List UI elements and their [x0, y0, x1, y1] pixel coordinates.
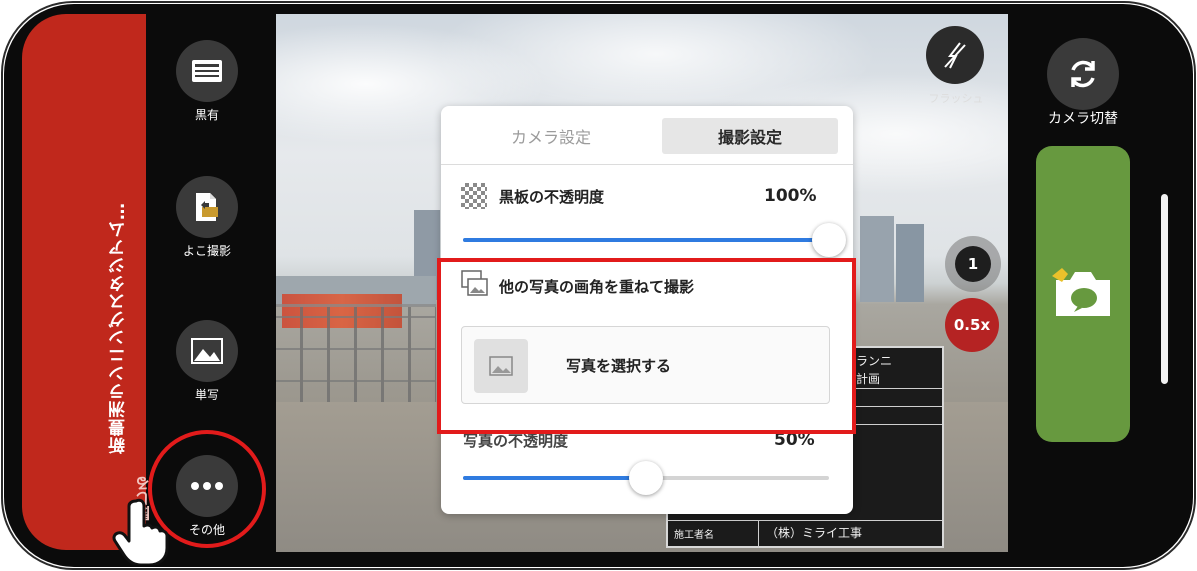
tab-divider: [441, 164, 853, 165]
pointing-hand-icon: [112, 498, 169, 565]
select-photo-label: 写真を選択する: [566, 357, 672, 375]
flash-label: フラッシュ: [928, 92, 984, 105]
blackboard-button[interactable]: 黒有: [172, 40, 242, 123]
zoom-0.5x-button[interactable]: 0.5x: [945, 298, 999, 352]
board-opacity-slider[interactable]: [463, 223, 846, 257]
tab-camera-settings[interactable]: カメラ設定: [441, 124, 661, 148]
landscape-shot-button[interactable]: よこ撮影: [172, 176, 242, 259]
photo-thumbnail-icon: [474, 339, 528, 393]
shooting-settings-panel: カメラ設定 撮影設定 黒板の不透明度 100% 他の写真の画角を重ねて撮影 写真…: [441, 106, 853, 514]
project-title: 新豊洲ランニングスタジアム…: [109, 202, 129, 454]
board-row-line: [668, 520, 942, 521]
board-opacity-value: 100%: [764, 186, 817, 206]
board-opacity-slider-knob[interactable]: [812, 223, 846, 257]
camera-switch-label: カメラ切替: [1048, 111, 1118, 127]
flash-button[interactable]: [926, 26, 984, 84]
board-opacity-slider-fill: [463, 238, 829, 242]
tab-shooting-settings[interactable]: 撮影設定: [662, 118, 838, 154]
project-side-panel: 新豊洲ランニングスタジアム… 閉じる: [22, 14, 152, 550]
board-contractor-label: 施工者名: [674, 530, 714, 541]
home-indicator: [1161, 194, 1168, 384]
single-shot-button[interactable]: 単写: [172, 320, 242, 403]
select-photo-button[interactable]: 写真を選択する: [461, 326, 830, 404]
blackboard-icon: [176, 40, 238, 102]
camera-shutter-icon: [1052, 268, 1110, 316]
photo-opacity-slider-knob[interactable]: [629, 461, 663, 495]
photo-opacity-slider[interactable]: [463, 461, 829, 495]
board-opacity-label: 黒板の不透明度: [499, 188, 605, 206]
overlay-label: 他の写真の画角を重ねて撮影: [499, 278, 695, 296]
board-cell-divider: [758, 520, 759, 548]
landscape-shot-icon: [176, 176, 238, 238]
landscape-shot-label: よこ撮影: [182, 244, 231, 258]
photo-opacity-value: 50%: [774, 430, 815, 450]
photo-opacity-slider-fill: [463, 476, 646, 480]
transparency-icon: [461, 183, 487, 209]
building: [896, 224, 924, 302]
board-contractor-value: （株）ミライ工事: [766, 526, 863, 540]
image-icon: [176, 320, 238, 382]
overlay-photo-icon: [461, 270, 488, 296]
building: [860, 216, 894, 302]
flash-off-icon: [944, 42, 966, 69]
shutter-button[interactable]: [1036, 146, 1130, 442]
blackboard-label: 黒有: [194, 108, 219, 122]
photo-opacity-label: 写真の不透明度: [463, 432, 569, 450]
zoom-1x-label: 1: [955, 246, 991, 282]
zoom-1x-button[interactable]: 1: [945, 236, 1001, 292]
camera-switch-icon: [1071, 60, 1095, 88]
camera-switch-button[interactable]: [1047, 38, 1119, 110]
single-shot-label: 単写: [194, 388, 219, 402]
